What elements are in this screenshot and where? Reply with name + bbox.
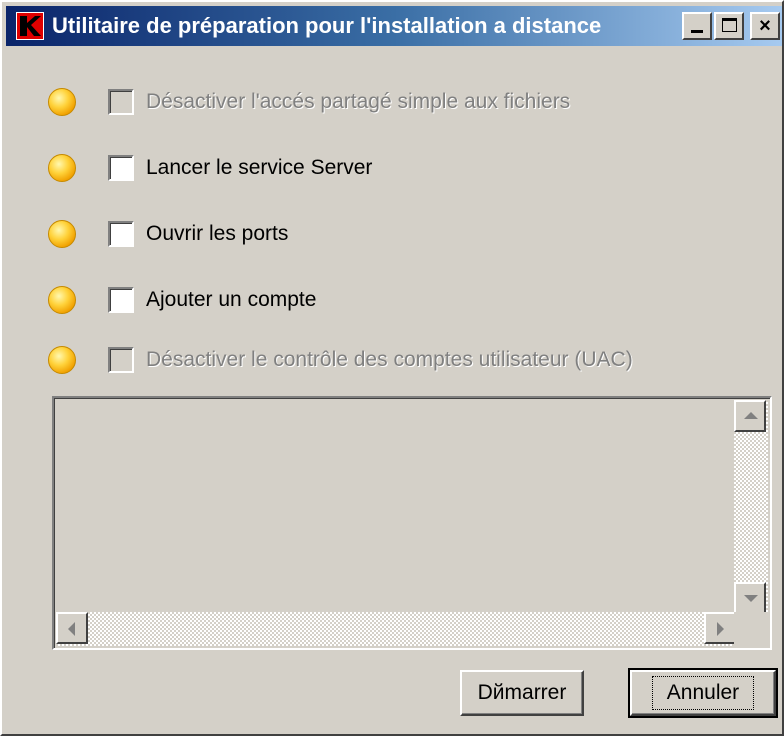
remote-install-prep-window: Utilitaire de préparation pour l'install… (0, 0, 784, 736)
task-label: Désactiver le contrôle des comptes utili… (146, 348, 633, 371)
task-label[interactable]: Ouvrir les ports (146, 222, 288, 246)
task-label[interactable]: Ajouter un compte (146, 288, 316, 312)
task-row-disable-uac: Désactiver le contrôle des comptes utili… (48, 340, 633, 380)
start-button-label: Dйmarrer (477, 681, 567, 704)
start-server-checkbox[interactable] (108, 155, 134, 181)
minimize-button[interactable] (682, 12, 712, 40)
horizontal-scrollbar[interactable] (56, 612, 736, 646)
scroll-left-button[interactable] (56, 612, 88, 644)
task-row-add-account: Ajouter un compte (48, 280, 316, 320)
close-icon: × (759, 15, 771, 37)
scroll-down-button[interactable] (734, 582, 766, 614)
maximize-button[interactable] (714, 12, 744, 40)
task-row-open-ports: Ouvrir les ports (48, 214, 288, 254)
status-light-icon (48, 286, 76, 314)
cancel-button-label: Annuler (651, 676, 755, 710)
add-account-checkbox[interactable] (108, 287, 134, 313)
minimize-icon (691, 30, 703, 33)
task-row-start-server: Lancer le service Server (48, 148, 372, 188)
kaspersky-k-icon (16, 12, 44, 40)
maximize-icon (722, 18, 737, 32)
status-light-icon (48, 220, 76, 248)
arrow-left-icon (68, 622, 75, 636)
arrow-right-icon (717, 622, 724, 636)
start-button[interactable]: Dйmarrer (460, 670, 584, 716)
open-ports-checkbox[interactable] (108, 221, 134, 247)
status-light-icon (48, 346, 76, 374)
close-button[interactable]: × (750, 12, 780, 40)
title-bar[interactable]: Utilitaire de préparation pour l'install… (6, 6, 782, 46)
task-row-disable-simple-sharing: Désactiver l'accés partagé simple aux fi… (48, 82, 570, 122)
scroll-up-button[interactable] (734, 400, 766, 432)
arrow-up-icon (744, 412, 758, 419)
scrollbar-corner (734, 612, 768, 646)
cancel-button[interactable]: Annuler (628, 668, 778, 718)
task-label[interactable]: Lancer le service Server (146, 156, 372, 180)
disable-uac-checkbox[interactable] (108, 347, 134, 373)
disable-simple-sharing-checkbox[interactable] (108, 89, 134, 115)
scroll-right-button[interactable] (704, 612, 736, 644)
arrow-down-icon (744, 595, 758, 602)
status-light-icon (48, 88, 76, 116)
task-label: Désactiver l'accés partagé simple aux fi… (146, 90, 571, 113)
status-light-icon (48, 154, 76, 182)
vertical-scrollbar[interactable] (734, 400, 768, 614)
log-output-box[interactable] (52, 396, 772, 650)
window-title: Utilitaire de préparation pour l'install… (52, 13, 602, 38)
